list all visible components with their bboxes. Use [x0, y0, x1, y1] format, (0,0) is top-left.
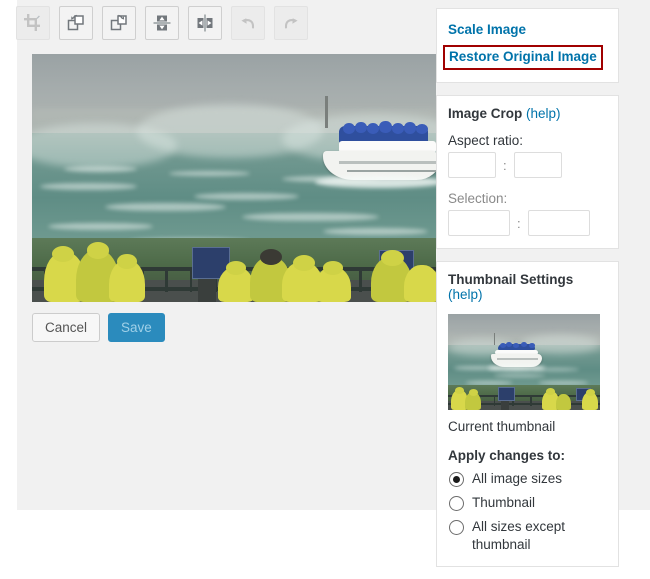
radio-all-image-sizes-label: All image sizes — [472, 471, 563, 486]
radio-thumbnail[interactable]: Thumbnail — [448, 494, 607, 512]
image-crop-help-link[interactable]: (help) — [526, 106, 561, 121]
radio-all-sizes-except-thumbnail-label: All sizes except thumbnail — [472, 519, 566, 552]
selection-label: Selection: — [448, 191, 508, 206]
thumbnail-caption: Current thumbnail — [448, 419, 556, 434]
image-crop-title-text: Image Crop — [448, 106, 523, 121]
radio-all-image-sizes[interactable]: All image sizes — [448, 470, 607, 488]
flip-vertical-icon — [152, 13, 172, 33]
selection-separator: : — [517, 215, 521, 231]
radio-all-sizes-except-thumbnail[interactable]: All sizes except thumbnail — [448, 518, 607, 554]
thumbnail-settings-panel: Thumbnail Settings (help) Current thumbn… — [436, 261, 619, 567]
flip-horizontal-button[interactable] — [188, 6, 222, 40]
flip-horizontal-icon — [195, 13, 215, 33]
cancel-button[interactable]: Cancel — [32, 313, 101, 342]
image-editor-sidebar: Scale Image Restore Original Image Image… — [436, 8, 619, 579]
aspect-ratio-row: : — [448, 152, 607, 178]
flip-vertical-button[interactable] — [145, 6, 179, 40]
restore-original-highlight: Restore Original Image — [443, 45, 603, 70]
save-button[interactable]: Save — [108, 313, 165, 342]
restore-original-image-link[interactable]: Restore Original Image — [449, 49, 597, 64]
image-editor-screen: Cancel Save Scale Image Restore Original… — [0, 0, 650, 567]
radio-all-image-sizes-indicator[interactable] — [449, 472, 464, 487]
rotate-right-button[interactable] — [102, 6, 136, 40]
current-thumbnail-image — [448, 314, 600, 410]
selection-width-input[interactable] — [448, 210, 510, 236]
image-crop-panel: Image Crop (help) Aspect ratio: : Select… — [436, 95, 619, 249]
editor-action-buttons: Cancel Save — [32, 313, 165, 342]
thumbnail-settings-help-link[interactable]: (help) — [448, 287, 483, 302]
crop-button[interactable] — [16, 6, 50, 40]
redo-icon — [281, 13, 301, 33]
aspect-ratio-separator: : — [503, 157, 507, 173]
selection-row: : — [448, 210, 607, 236]
undo-button[interactable] — [231, 6, 265, 40]
image-editor-column: Cancel Save — [16, 0, 436, 510]
redo-button[interactable] — [274, 6, 308, 40]
radio-thumbnail-label: Thumbnail — [472, 495, 536, 510]
scale-image-row: Scale Image — [448, 21, 607, 39]
rotate-right-icon — [109, 13, 129, 33]
image-edit-toolbar — [16, 6, 308, 42]
rotate-left-icon — [66, 13, 86, 33]
thumbnail-settings-title-text: Thumbnail Settings — [448, 272, 574, 287]
selection-height-input[interactable] — [527, 210, 590, 236]
aspect-ratio-width-input[interactable] — [448, 152, 496, 178]
crop-icon — [23, 13, 43, 33]
scale-image-link[interactable]: Scale Image — [448, 22, 526, 37]
undo-icon — [238, 13, 258, 33]
scale-panel: Scale Image Restore Original Image — [436, 8, 619, 83]
rotate-left-button[interactable] — [59, 6, 93, 40]
radio-all-sizes-except-thumbnail-indicator[interactable] — [449, 520, 464, 535]
image-crop-title: Image Crop (help) — [448, 106, 607, 121]
radio-thumbnail-indicator[interactable] — [449, 496, 464, 511]
thumbnail-settings-title: Thumbnail Settings (help) — [448, 272, 607, 302]
aspect-ratio-height-input[interactable] — [513, 152, 562, 178]
image-scene — [32, 54, 436, 302]
aspect-ratio-label: Aspect ratio: — [448, 133, 524, 148]
apply-changes-title: Apply changes to: — [448, 448, 566, 463]
editable-image[interactable] — [32, 54, 436, 302]
